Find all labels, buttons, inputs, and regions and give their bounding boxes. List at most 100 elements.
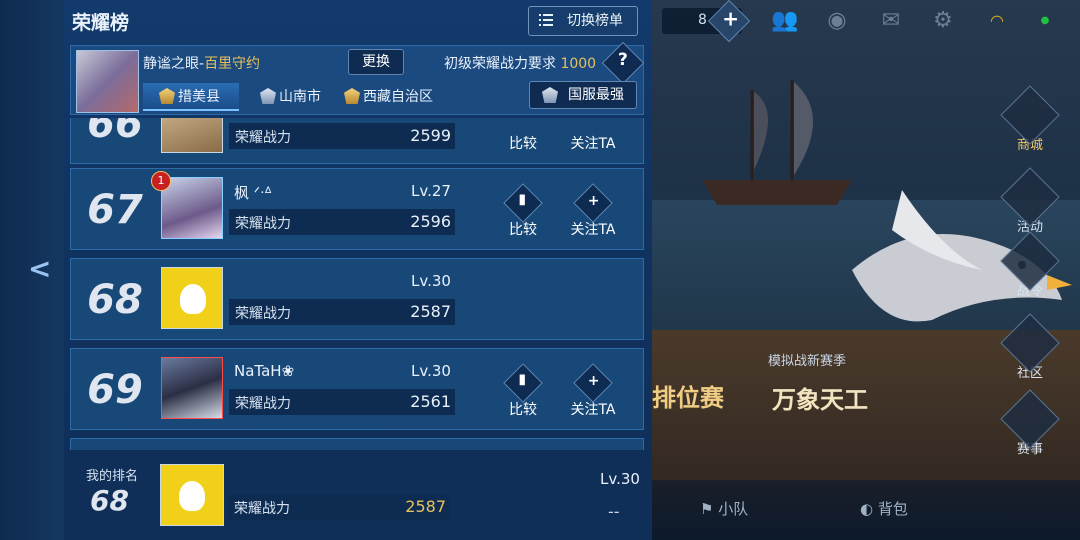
power-bar: 荣耀战力 2587 [229,299,455,325]
power-value: 2587 [410,302,451,321]
add-friend-icon: + [573,183,613,223]
switch-leaderboard-label: 切换榜单 [567,13,623,29]
team-label: 小队 [718,500,749,518]
flag-icon: ⚑ [700,500,719,518]
table-row[interactable] [70,438,644,450]
list-icon [539,14,553,28]
rank-number: 66 [87,118,143,147]
tab-city-label: 山南市 [279,89,321,105]
gold-badge-icon [159,88,175,104]
hero-name: 静谧之眼-百里守约 [143,53,260,73]
power-label: 荣耀战力 [235,216,291,232]
battery-icon: ● [1040,15,1050,26]
add-friend-icon: + [573,363,613,403]
silver-badge-icon [542,87,558,103]
my-rank-change: -- [608,502,620,521]
side-shop[interactable]: 商城 [1000,85,1060,154]
requirement-label: 初级荣耀战力要求 [444,56,556,72]
table-row[interactable]: 67 1 枫 ᐟᐧᐞ Lv.27 荣耀战力 2596 ▮ 比较 + 关注TA [70,168,644,250]
player-avatar[interactable] [161,118,223,153]
my-rank-bar: Lv.30 荣耀战力 2587 [64,450,652,540]
rank-number: 68 [87,277,143,323]
follow-button[interactable]: 关注TA [567,118,619,153]
requirement-value: 1000 [560,56,597,72]
requirement-text: 初级荣耀战力要求 1000 [444,53,596,73]
back-arrow-icon[interactable]: < [28,254,52,284]
plus-icon: + [722,6,740,31]
creation-mode-subtitle: 模拟战新赛季 [768,354,847,369]
compare-button[interactable]: ▮ 比较 [497,363,549,419]
player-level: Lv.27 [411,182,451,200]
follow-label: 关注TA [570,136,616,152]
table-row[interactable]: 69 NaTaH❀ Lv.30 荣耀战力 2561 ▮ 比较 + 关注TA [70,348,644,430]
eye-icon[interactable]: ◉ [822,6,852,36]
rank-number: 67 [87,187,143,233]
leaderboard-list[interactable]: 66 荣耀战力 2599 比较 关注TA 67 1 枫 ᐟᐧᐞ Lv.27 荣耀… [70,118,644,450]
player-avatar[interactable] [161,267,223,329]
change-hero-button[interactable]: 更换 [348,49,404,75]
power-label: 荣耀战力 [235,306,291,322]
side-events[interactable]: 赛事 [1000,389,1060,458]
my-avatar [160,464,224,526]
hero-skin-name: 百里守约 [204,56,261,72]
bag-button[interactable]: ◐ 背包 [860,498,908,519]
silver-badge-icon [260,88,276,104]
compare-icon: ▮ [503,363,543,403]
tab-county-label: 措美县 [178,89,220,105]
my-level: Lv.30 [600,470,640,488]
tab-province[interactable]: 西藏自治区 [344,83,433,111]
follow-button[interactable]: + 关注TA [567,363,619,419]
my-power-value: 2587 [405,497,446,516]
player-avatar[interactable] [161,357,223,419]
bag-icon: ◐ [860,500,878,518]
gear-icon[interactable]: ⚙ [928,6,958,36]
team-button[interactable]: ⚑ 小队 [700,498,748,519]
player-level: Lv.30 [411,272,451,290]
tab-province-label: 西藏自治区 [363,89,433,105]
compare-icon: ▮ [503,183,543,223]
compare-label: 比较 [509,136,537,152]
creation-mode-label: 万象天工 [772,386,868,414]
side-battlepass[interactable]: 战令 [1000,231,1060,300]
coin-count: 8 [698,12,707,28]
tab-county[interactable]: 措美县 [143,83,239,111]
side-activity[interactable]: 活动 [1000,167,1060,236]
table-row[interactable]: 68 Lv.30 荣耀战力 2587 [70,258,644,340]
player-avatar[interactable] [161,177,223,239]
power-value: 2596 [410,212,451,231]
rank-number: 69 [87,367,143,413]
ranked-mode-label: 排位赛 [652,384,724,412]
my-power-bar: 荣耀战力 2587 [228,494,450,520]
my-rank-number: 68 [90,484,129,517]
wifi-icon: ◠ [990,11,1004,30]
page-title: 荣耀榜 [72,12,130,34]
compare-button[interactable]: ▮ 比较 [497,183,549,239]
switch-leaderboard-button[interactable]: 切换榜单 [528,6,638,36]
mail-icon[interactable]: ✉ [876,6,906,36]
follow-button[interactable]: + 关注TA [567,183,619,239]
national-best-button[interactable]: 国服最强 [529,81,637,109]
power-value: 2561 [410,392,451,411]
tab-city[interactable]: 山南市 [260,83,321,111]
gold-badge-icon [344,88,360,104]
table-row[interactable]: 66 荣耀战力 2599 比较 关注TA [70,118,644,164]
coin-counter: 8 + [662,0,751,43]
power-bar: 荣耀战力 2599 [229,123,455,149]
power-value: 2599 [410,126,451,145]
creation-mode-button[interactable]: 模拟战新赛季 万象天工 [740,350,900,430]
ranked-mode-button[interactable]: 排位赛 [652,350,752,430]
side-community[interactable]: 社区 [1000,313,1060,382]
player-name: NaTaH❀ [234,362,295,380]
hero-avatar [76,50,139,113]
level-badge: 1 [151,171,171,191]
player-name: 枫 ᐟᐧᐞ [234,184,273,202]
friends-icon[interactable]: 👥 [770,6,800,36]
national-best-label: 国服最强 [568,87,624,103]
hero-title: 静谧之眼- [143,56,205,72]
power-bar: 荣耀战力 2561 [229,389,455,415]
power-bar: 荣耀战力 2596 [229,209,455,235]
power-label: 荣耀战力 [235,396,291,412]
compare-button[interactable]: 比较 [497,118,549,153]
player-level: Lv.30 [411,362,451,380]
question-icon: ? [618,50,628,71]
